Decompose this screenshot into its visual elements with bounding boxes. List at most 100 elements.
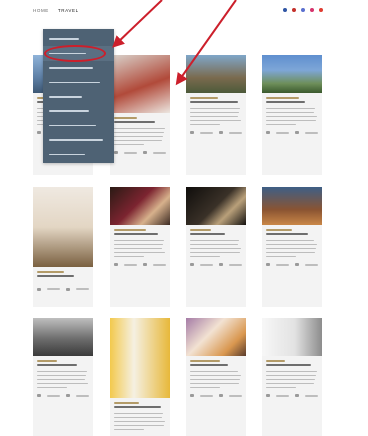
post-card[interactable] (33, 187, 93, 307)
post-title-placeholder[interactable] (190, 100, 238, 103)
post-card[interactable] (186, 318, 246, 436)
post-category-placeholder (190, 229, 211, 231)
dropdown-item-8[interactable] (43, 133, 114, 147)
dropdown-item-text-placeholder (49, 153, 85, 156)
post-meta (266, 97, 318, 103)
dropdown-item-5[interactable] (43, 90, 114, 104)
post-thumbnail[interactable] (186, 187, 246, 225)
excerpt-line (114, 131, 164, 134)
post-title-placeholder[interactable] (114, 405, 161, 408)
post-card[interactable] (33, 318, 93, 436)
post-card[interactable] (110, 55, 170, 175)
post-title-placeholder[interactable] (190, 363, 228, 366)
author-text-placeholder (199, 394, 213, 397)
post-title-placeholder[interactable] (266, 232, 308, 235)
author-icon (190, 394, 194, 398)
post-thumbnail[interactable] (262, 55, 322, 93)
date-text-placeholder (75, 288, 89, 290)
post-thumbnail[interactable] (33, 187, 93, 267)
post-excerpt-placeholder (190, 107, 242, 126)
author-icon (266, 394, 270, 398)
post-title-placeholder[interactable] (114, 232, 158, 235)
author-icon (266, 263, 270, 267)
excerpt-line (190, 251, 240, 254)
excerpt-line (266, 251, 315, 254)
post-thumbnail[interactable] (33, 318, 93, 356)
post-card-body (110, 225, 170, 267)
post-card[interactable] (262, 55, 322, 175)
excerpt-line (266, 239, 314, 242)
post-card[interactable] (262, 187, 322, 307)
date-icon (143, 151, 147, 155)
excerpt-line (190, 115, 238, 118)
post-card[interactable] (262, 318, 322, 436)
date-text-placeholder (304, 131, 318, 134)
nav-item-travel[interactable]: TRAVEL (58, 8, 79, 13)
post-footer (266, 394, 318, 398)
excerpt-line (114, 143, 144, 146)
excerpt-line (190, 243, 238, 246)
post-footer (37, 287, 89, 291)
excerpt-line (114, 420, 165, 423)
dropdown-item-text-placeholder (49, 124, 96, 127)
post-category-placeholder (266, 229, 292, 231)
post-thumbnail[interactable] (186, 55, 246, 93)
excerpt-line (266, 115, 317, 118)
post-thumbnail[interactable] (110, 318, 170, 398)
post-title-placeholder[interactable] (37, 363, 77, 366)
post-title-placeholder[interactable] (37, 274, 74, 277)
post-thumbnail[interactable] (262, 187, 322, 225)
post-thumbnail[interactable] (110, 187, 170, 225)
author-icon (114, 151, 118, 155)
post-thumbnail[interactable] (110, 55, 170, 113)
date-text-placeholder (228, 263, 242, 266)
excerpt-line (37, 386, 67, 389)
dropdown-item-6[interactable] (43, 104, 114, 118)
post-card-body (262, 356, 322, 398)
post-title-placeholder[interactable] (266, 100, 305, 103)
excerpt-line (114, 135, 163, 138)
excerpt-line (190, 382, 239, 385)
post-footer (190, 394, 242, 398)
social-icon-3[interactable] (301, 8, 305, 12)
dropdown-item-3[interactable] (43, 61, 114, 75)
date-text-placeholder (304, 394, 318, 397)
date-icon (66, 394, 70, 398)
author-icon (37, 131, 41, 135)
post-card[interactable] (110, 318, 170, 436)
excerpt-line (114, 424, 164, 427)
social-icon-4[interactable] (310, 8, 314, 12)
post-title-placeholder[interactable] (266, 363, 311, 366)
social-icon-2[interactable] (292, 8, 296, 12)
excerpt-line (114, 243, 163, 246)
post-title-placeholder[interactable] (114, 120, 155, 123)
nav-item-home[interactable]: HOME (33, 8, 49, 13)
author-icon (37, 287, 41, 291)
post-thumbnail[interactable] (186, 318, 246, 356)
excerpt-line (190, 111, 239, 114)
dropdown-item-9[interactable] (43, 147, 114, 161)
post-card[interactable] (110, 187, 170, 307)
post-title-placeholder[interactable] (190, 232, 225, 235)
author-text-placeholder (275, 394, 289, 397)
author-text-placeholder (46, 288, 60, 290)
author-text-placeholder (123, 151, 137, 154)
excerpt-line (114, 139, 162, 142)
excerpt-line (37, 374, 86, 377)
dropdown-item-4[interactable] (43, 75, 114, 89)
annotation-circle (44, 45, 106, 62)
social-icon-1[interactable] (283, 8, 287, 12)
post-card[interactable] (186, 55, 246, 175)
author-text-placeholder (275, 131, 289, 134)
excerpt-line (190, 255, 220, 258)
date-text-placeholder (152, 151, 166, 154)
excerpt-line (190, 123, 220, 126)
author-text-placeholder (199, 263, 213, 266)
excerpt-line (266, 119, 316, 122)
date-icon (219, 394, 223, 398)
post-category-placeholder (190, 97, 218, 99)
dropdown-item-7[interactable] (43, 118, 114, 132)
post-thumbnail[interactable] (262, 318, 322, 356)
social-icon-5[interactable] (319, 8, 323, 12)
post-card[interactable] (186, 187, 246, 307)
